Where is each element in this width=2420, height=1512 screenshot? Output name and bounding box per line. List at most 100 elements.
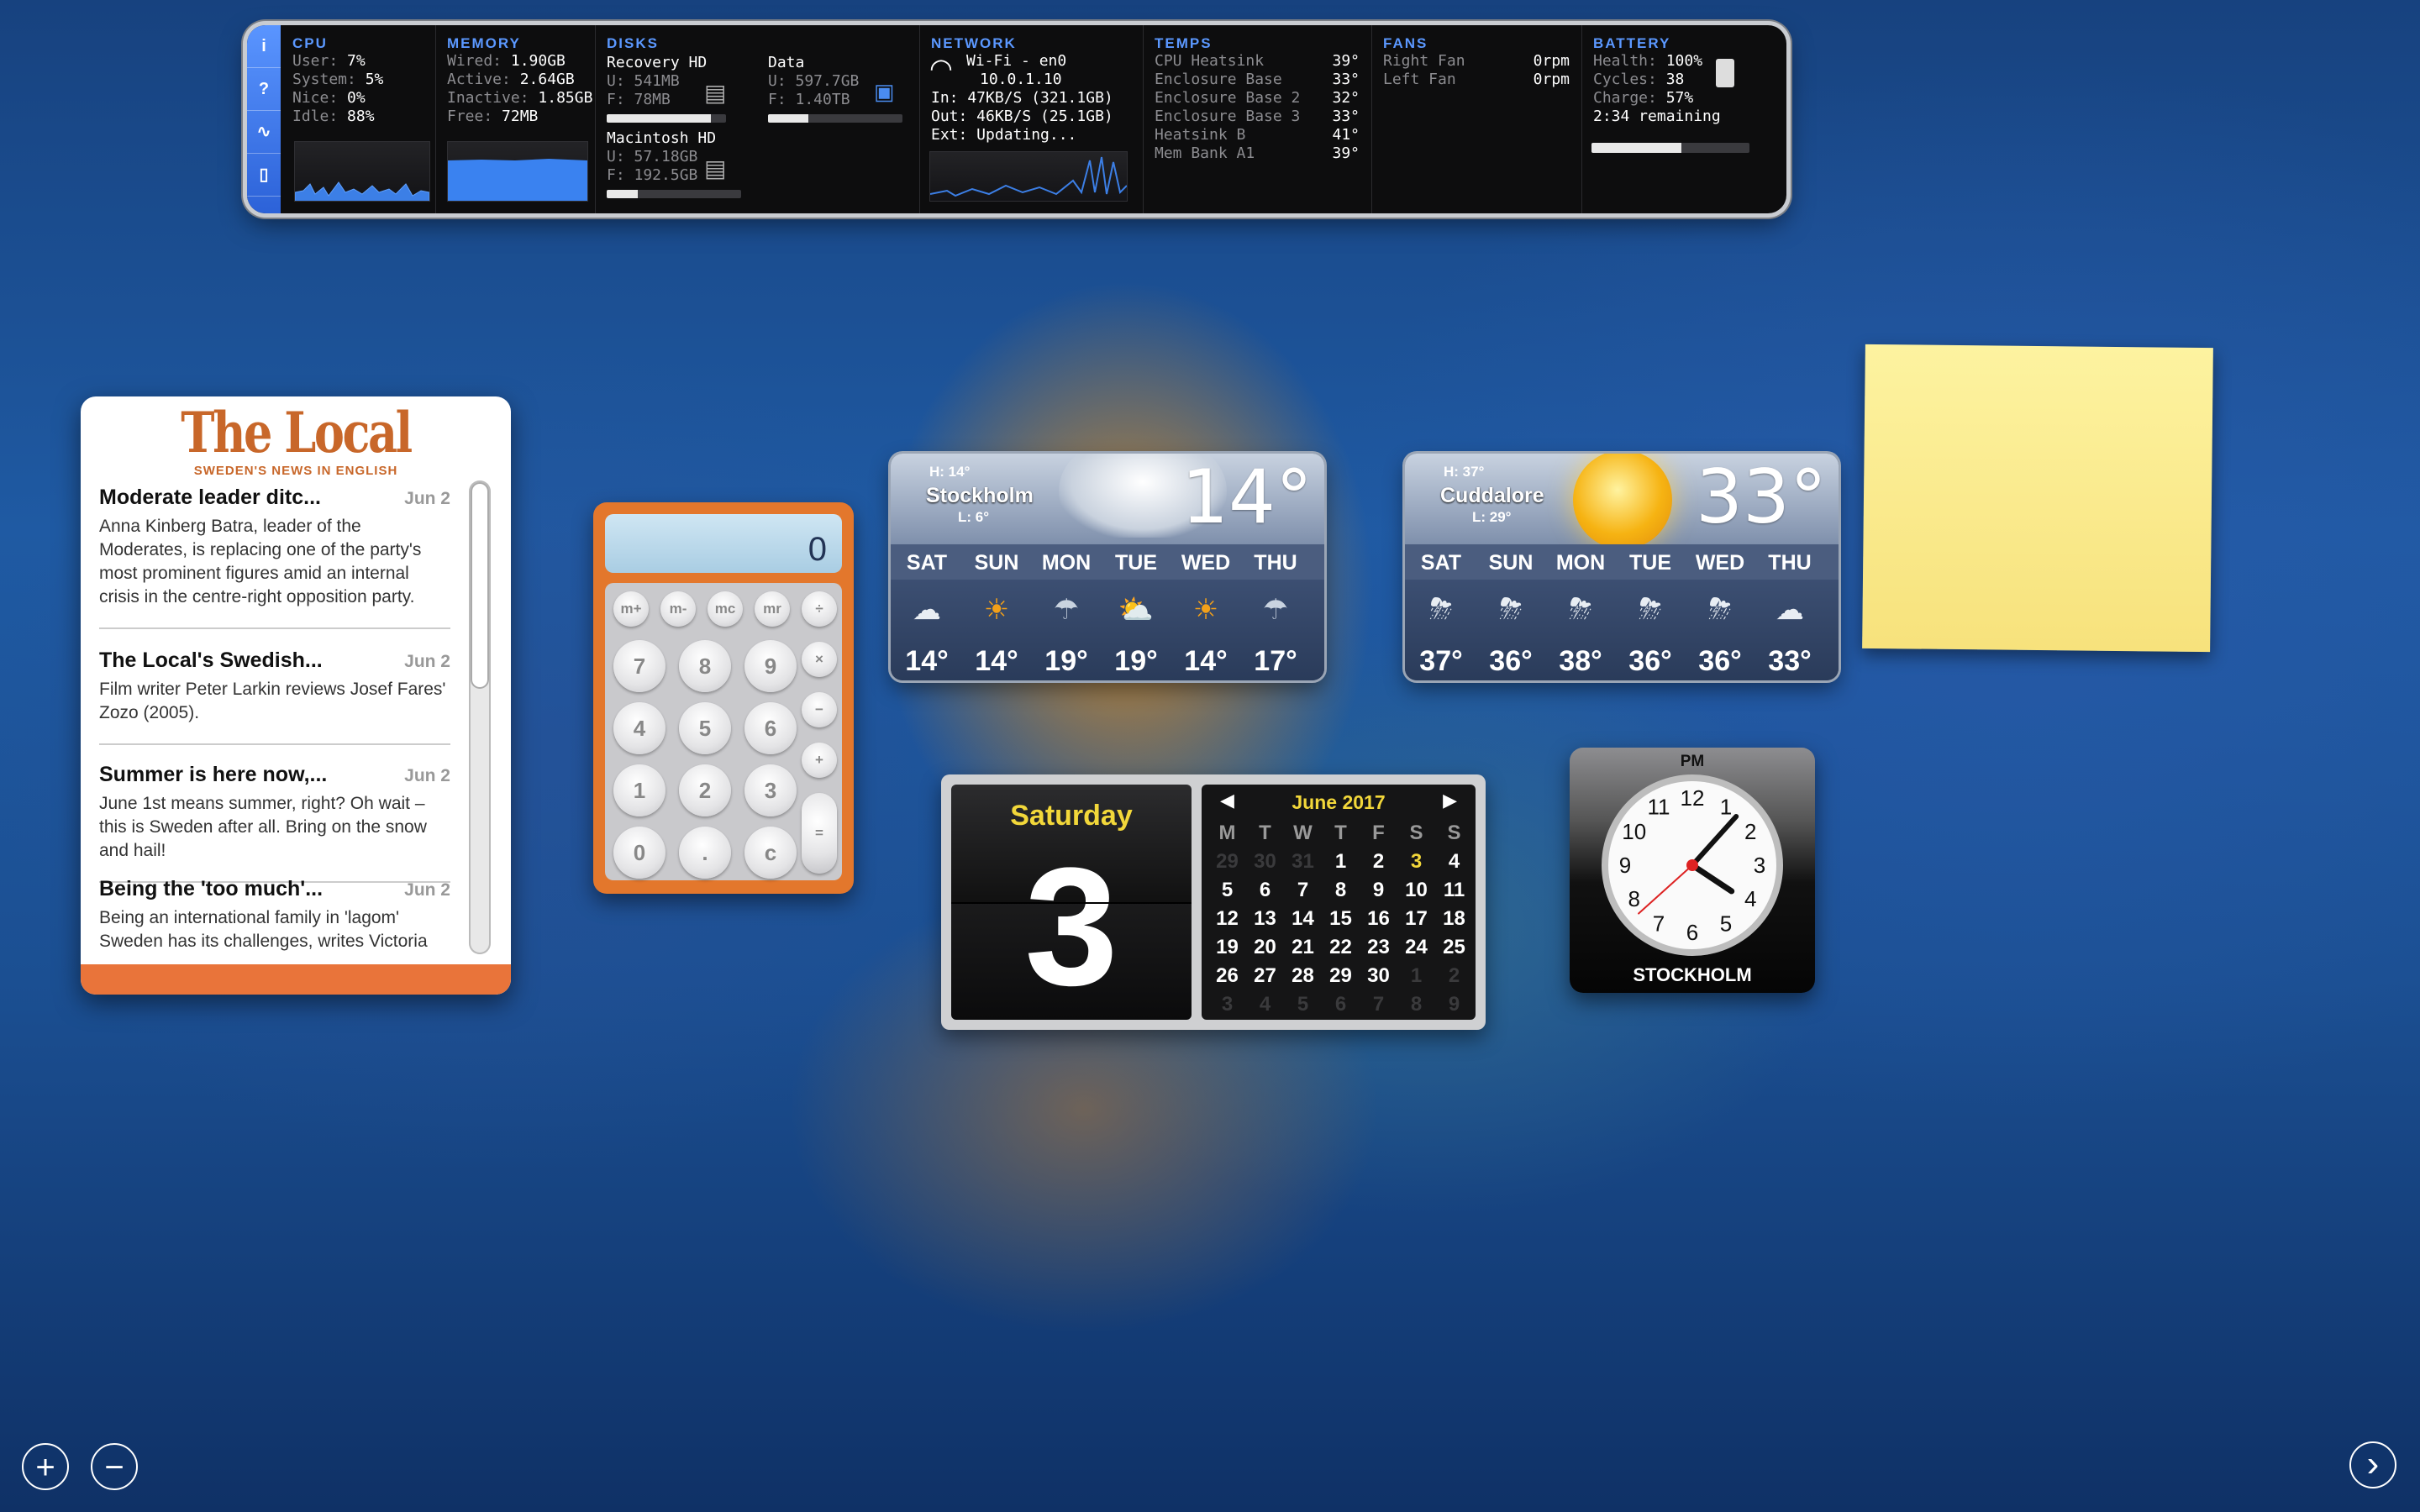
calc-key-8[interactable]: 8: [679, 640, 731, 692]
calendar-day-cell[interactable]: 16: [1360, 907, 1397, 936]
calendar-weekday-header: W: [1293, 822, 1313, 844]
calendar-day-cell[interactable]: 19: [1208, 936, 1246, 964]
calendar-day-cell[interactable]: 5: [1208, 879, 1246, 907]
news-story[interactable]: Being the 'too much'... Jun 2 Being an int…: [99, 877, 450, 953]
calendar-day-cell[interactable]: 21: [1284, 936, 1322, 964]
calendar-day-cell[interactable]: 1: [1322, 850, 1360, 879]
calendar-day-cell[interactable]: 30: [1246, 850, 1284, 879]
calendar-day-cell[interactable]: 2: [1435, 964, 1473, 993]
calendar-day-cell[interactable]: 4: [1246, 993, 1284, 1021]
calc-key-mr[interactable]: mr: [755, 591, 790, 627]
calc-key-0[interactable]: 0: [613, 827, 666, 879]
calc-key-3[interactable]: 3: [744, 764, 797, 816]
calc-key-4[interactable]: 4: [613, 702, 666, 754]
news-story-title[interactable]: Summer is here now,...: [99, 763, 450, 787]
external-drive-icon: ▣: [874, 79, 895, 104]
calendar-day-cell[interactable]: 5: [1284, 993, 1322, 1021]
news-scrollbar[interactable]: [469, 480, 491, 954]
news-story[interactable]: Summer is here now,... Jun 2 June 1st mean…: [99, 763, 450, 883]
forecast-temp: 36°: [1628, 645, 1672, 677]
news-scrollbar-thumb[interactable]: [472, 484, 487, 687]
forecast-temps: ☁ 14° ☀ 14° ☂ 19° ⛅ 19° ☀ 14° ☂ 17°: [891, 580, 1324, 680]
calendar-day-cell[interactable]: 3: [1208, 993, 1246, 1021]
remove-widget-button[interactable]: −: [91, 1443, 138, 1490]
calendar-day-cell[interactable]: 24: [1397, 936, 1435, 964]
calc-key-subtract[interactable]: −: [802, 692, 837, 727]
disk-used: U: 541MB: [607, 72, 680, 90]
calendar-day-cell[interactable]: 10: [1397, 879, 1435, 907]
calendar-weekday-header: T: [1259, 822, 1271, 844]
calendar-day-cell[interactable]: 20: [1246, 936, 1284, 964]
calc-key-decimal[interactable]: .: [679, 827, 731, 879]
cpu-graph: [294, 141, 430, 202]
calc-key-m-[interactable]: m-: [660, 591, 696, 627]
news-story[interactable]: Moderate leader ditc... Jun 2 Anna Kinberg…: [99, 486, 450, 629]
calc-key-6[interactable]: 6: [744, 702, 797, 754]
calendar-day-cell[interactable]: 27: [1246, 964, 1284, 993]
weather-widget-stockholm[interactable]: H: 14° Stockholm L: 6° 14° SAT SUN MON TUE WED TH…: [891, 454, 1324, 680]
calendar-date-panel[interactable]: Saturday 3: [951, 785, 1192, 1020]
battery-label: Cycles:: [1593, 71, 1657, 88]
calendar-day-cell[interactable]: 12: [1208, 907, 1246, 936]
phone-icon[interactable]: ▯: [247, 154, 281, 197]
calc-key-9[interactable]: 9: [744, 640, 797, 692]
info-icon[interactable]: i: [247, 25, 281, 68]
calendar-day-cell[interactable]: 8: [1397, 993, 1435, 1021]
calendar-day-cell[interactable]: 26: [1208, 964, 1246, 993]
calc-key-mc[interactable]: mc: [708, 591, 743, 627]
news-story[interactable]: The Local's Swedish... Jun 2 Film writer P…: [99, 648, 450, 745]
calendar-day-cell[interactable]: 17: [1397, 907, 1435, 936]
calc-key-7[interactable]: 7: [613, 640, 666, 692]
calc-key-multiply[interactable]: ×: [802, 642, 837, 677]
calc-key-equals[interactable]: =: [802, 793, 837, 874]
calendar-day-cell[interactable]: 18: [1435, 907, 1473, 936]
battery-row: Charge: 57%: [1581, 89, 1786, 108]
world-clock-widget[interactable]: PM 12 1 2 3 4 5 6 7 8 9 10 11 STOCKHOLM: [1570, 748, 1815, 993]
calendar-day-cell[interactable]: 29: [1208, 850, 1246, 879]
calc-key-clear[interactable]: c: [744, 827, 797, 879]
calendar-day-cell[interactable]: 9: [1360, 879, 1397, 907]
sun-graphic: [1573, 454, 1672, 549]
calendar-day-cell[interactable]: 8: [1322, 879, 1360, 907]
calendar-day-cell[interactable]: 28: [1284, 964, 1322, 993]
calendar-day-cell[interactable]: 7: [1360, 993, 1397, 1021]
calendar-day-cell[interactable]: 9: [1435, 993, 1473, 1021]
calendar-day-cell[interactable]: 1: [1397, 964, 1435, 993]
the-local-logo[interactable]: The Local: [119, 405, 472, 460]
news-story-title[interactable]: Being the 'too much'...: [99, 877, 450, 901]
calc-key-divide[interactable]: ÷: [802, 591, 837, 627]
calc-key-1[interactable]: 1: [613, 764, 666, 816]
add-widget-button[interactable]: +: [22, 1443, 69, 1490]
calendar-day-cell[interactable]: 6: [1322, 993, 1360, 1021]
calc-key-5[interactable]: 5: [679, 702, 731, 754]
help-icon[interactable]: ?: [247, 68, 281, 111]
calendar-day-cell[interactable]: 22: [1322, 936, 1360, 964]
calendar-day-cell[interactable]: 30: [1360, 964, 1397, 993]
calendar-day-cell[interactable]: 2: [1360, 850, 1397, 879]
calendar-day-cell[interactable]: 3: [1397, 850, 1435, 879]
calendar-day-cell[interactable]: 31: [1284, 850, 1322, 879]
calendar-day-cell[interactable]: 13: [1246, 907, 1284, 936]
calendar-day-cell[interactable]: 4: [1435, 850, 1473, 879]
calendar-day-cell[interactable]: 14: [1284, 907, 1322, 936]
calendar-day-cell[interactable]: 11: [1435, 879, 1473, 907]
activity-icon[interactable]: ∿: [247, 111, 281, 154]
news-story-title[interactable]: The Local's Swedish...: [99, 648, 450, 673]
cpu-value: 88%: [347, 108, 375, 125]
next-month-icon[interactable]: ▶: [1443, 790, 1457, 811]
news-story-title[interactable]: Moderate leader ditc...: [99, 486, 450, 510]
calendar-day-cell[interactable]: 6: [1246, 879, 1284, 907]
calendar-day-cell[interactable]: 23: [1360, 936, 1397, 964]
weather-widget-cuddalore[interactable]: H: 37° Cuddalore L: 29° 33° SAT SUN MON TUE WED T…: [1405, 454, 1839, 680]
next-space-button[interactable]: ›: [2349, 1441, 2396, 1488]
calendar-day-cell[interactable]: 25: [1435, 936, 1473, 964]
calendar-day-cell[interactable]: 7: [1284, 879, 1322, 907]
stickies-note[interactable]: [1862, 344, 2213, 653]
cpu-label: System:: [292, 71, 356, 88]
calendar-day-cell[interactable]: 29: [1322, 964, 1360, 993]
calc-key-add[interactable]: +: [802, 743, 837, 778]
calc-key-m+[interactable]: m+: [613, 591, 649, 627]
calc-key-2[interactable]: 2: [679, 764, 731, 816]
calendar-day-cell[interactable]: 15: [1322, 907, 1360, 936]
memory-label: Active:: [447, 71, 511, 88]
